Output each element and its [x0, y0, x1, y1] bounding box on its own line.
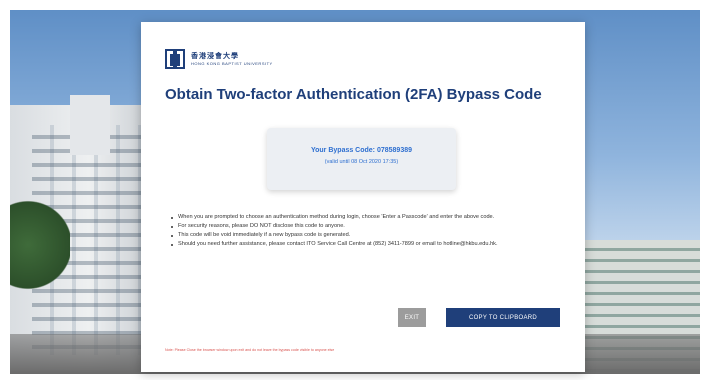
bypass-code: Your Bypass Code: 078589389 — [310, 147, 413, 154]
instruction-item: When you are prompted to choose an authe… — [171, 213, 573, 222]
instruction-item: Should you need further assistance, plea… — [171, 240, 573, 249]
background-tower — [70, 95, 110, 155]
page-title: Obtain Two-factor Authentication (2FA) B… — [165, 86, 542, 103]
footer-warning-note: Note: Please Close the browser window up… — [165, 348, 335, 352]
bypass-code-box: Your Bypass Code: 078589389 (valid until… — [267, 128, 456, 190]
copy-to-clipboard-button[interactable]: COPY TO CLIPBOARD — [446, 308, 560, 327]
bypass-code-validity: (valid until 08 Oct 2020 17:35) — [324, 159, 399, 165]
university-logo: 香港浸會大學 HONG KONG BAPTIST UNIVERSITY — [165, 48, 273, 70]
background-tree — [10, 200, 70, 290]
university-name-en: HONG KONG BAPTIST UNIVERSITY — [191, 60, 273, 66]
instruction-item: For security reasons, please DO NOT disc… — [171, 222, 573, 231]
university-name-cn: 香港浸會大學 — [191, 52, 239, 60]
instruction-list: When you are prompted to choose an authe… — [165, 213, 573, 249]
hkbu-logo-icon — [165, 48, 185, 70]
exit-button[interactable]: EXIT — [398, 308, 426, 327]
bypass-code-card: 香港浸會大學 HONG KONG BAPTIST UNIVERSITY Obta… — [141, 22, 585, 372]
instruction-item: This code will be void immediately if a … — [171, 231, 573, 240]
